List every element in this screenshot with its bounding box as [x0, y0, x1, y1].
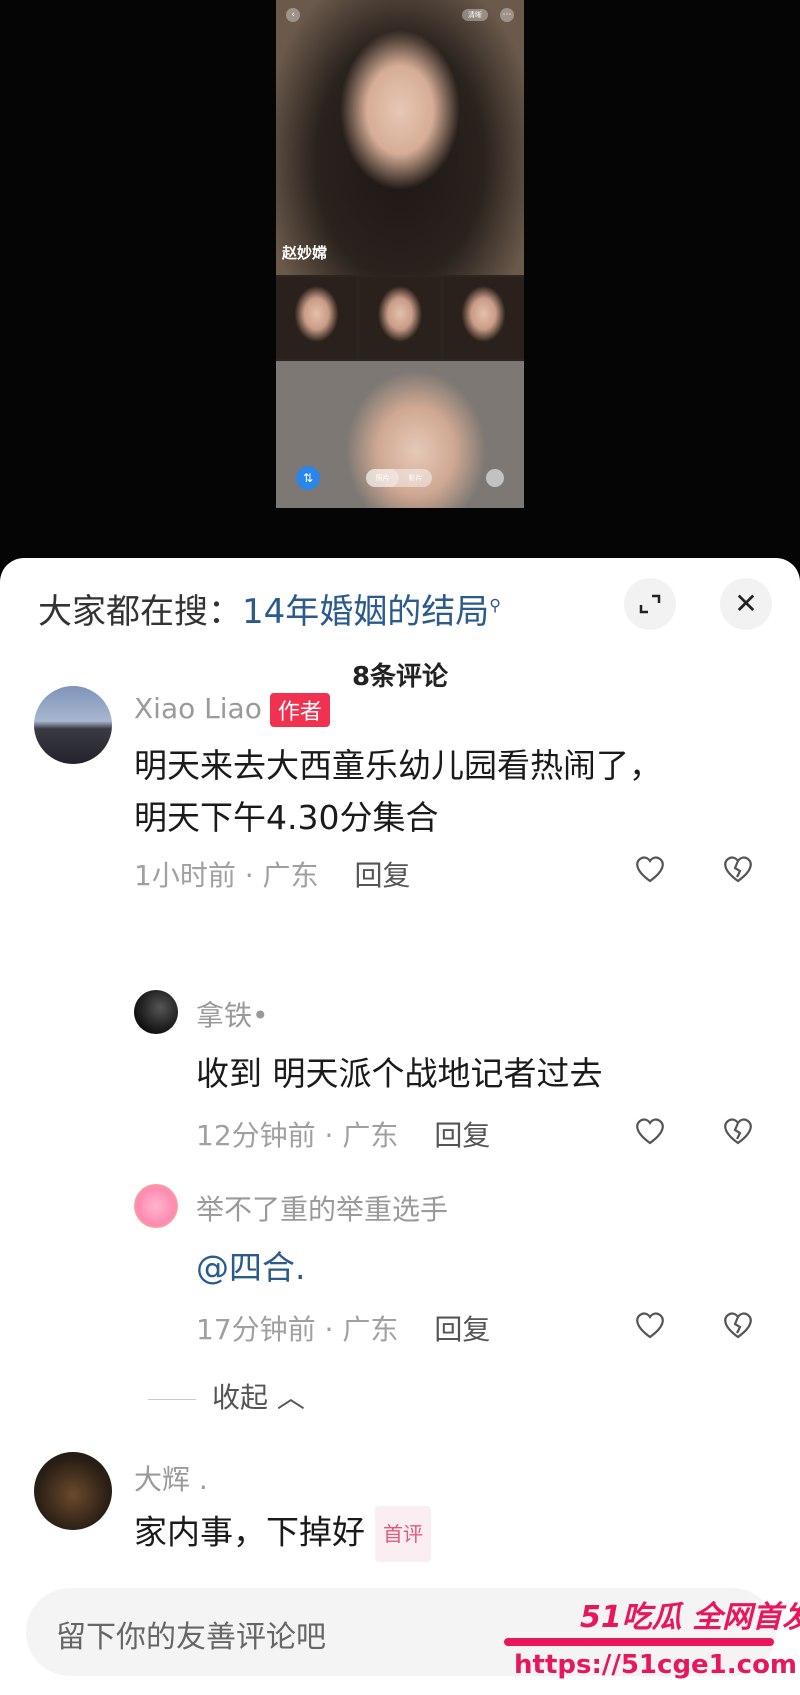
main-photo [276, 0, 524, 275]
quality-pill[interactable]: 清晰 [462, 9, 488, 21]
reply-username[interactable]: 拿铁• [196, 994, 269, 1034]
search-prefix: 大家都在搜： [38, 592, 242, 632]
collapse-label[interactable]: 收起 [212, 1381, 268, 1414]
username-text[interactable]: Xiao Liao [134, 692, 262, 725]
comment-count: 8条评论 [351, 662, 449, 692]
input-placeholder: 留下你的友善评论吧 [56, 1620, 326, 1655]
reply-meta: 17分钟前 · 广东 回复 [196, 1313, 491, 1346]
reply-username[interactable]: 举不了重的举重选手 [196, 1188, 448, 1228]
watermark-bar [504, 1638, 774, 1646]
video-area[interactable]: ‹ 清晰 ⋯ 赵妙嫦 ⇅ 照片 影片 [0, 0, 800, 560]
first-comment-badge: 首评 [375, 1506, 431, 1562]
reply-button[interactable]: 回复 [355, 859, 411, 892]
broken-heart-icon[interactable] [720, 1112, 756, 1148]
reply-meta: 12分钟前 · 广东 回复 [196, 1119, 491, 1152]
comment-text: 家内事，下掉好 首评 [134, 1506, 431, 1562]
comment-line: 明天来去大西童乐幼儿园看热闹了， [134, 746, 662, 785]
avatar[interactable] [34, 686, 112, 764]
segment-photo[interactable]: 照片 [366, 469, 399, 487]
heart-icon[interactable] [632, 1306, 668, 1342]
back-icon[interactable]: ‹ [286, 8, 300, 22]
heart-icon[interactable] [632, 1112, 668, 1148]
comment-text: 明天来去大西童乐幼儿园看热闹了， 明天下午4.30分集合 [134, 740, 662, 844]
photo-name-tag: 赵妙嫦 [282, 244, 328, 262]
watermark-url: https://51cge1.com [514, 1650, 798, 1680]
more-icon[interactable]: ⋯ [500, 8, 514, 22]
thumbnail[interactable] [442, 277, 524, 359]
bottom-photo: ⇅ 照片 影片 [276, 361, 524, 508]
search-icon: ⚲ [489, 595, 501, 615]
reply-text: 收到 明天派个战地记者过去 [196, 1054, 603, 1093]
comment-line: 家内事，下掉好 [134, 1512, 365, 1552]
comment-username[interactable]: Xiao Liao 作者 [134, 692, 330, 727]
thumbnail[interactable] [359, 277, 441, 359]
comment-meta: 1小时前 · 广东 回复 [134, 859, 411, 892]
avatar[interactable] [134, 990, 178, 1034]
collapse-replies[interactable]: 收起 ︿ [148, 1376, 305, 1416]
comment-time: 1小时前 [134, 859, 236, 892]
media-toggle[interactable]: 照片 影片 [366, 469, 432, 487]
segment-video[interactable]: 影片 [399, 469, 432, 487]
comment-location: 广东 [262, 859, 319, 892]
close-icon[interactable]: ✕ [720, 578, 772, 630]
heart-icon[interactable] [632, 850, 668, 886]
comment-line: 明天下午4.30分集合 [134, 798, 439, 837]
avatar[interactable] [34, 1452, 112, 1530]
reply-button[interactable]: 回复 [434, 1313, 490, 1346]
thumbnail[interactable] [276, 277, 358, 359]
avatar[interactable] [134, 1184, 178, 1228]
trending-search[interactable]: 大家都在搜：14年婚姻的结局⚲ [38, 584, 501, 633]
reply-button[interactable]: 回复 [434, 1119, 490, 1152]
watermark-title: 51吃瓜 全网首发 [580, 1600, 800, 1635]
comment-sheet: 大家都在搜：14年婚姻的结局⚲ ✕ 8条评论 Xiao Liao 作者 明天来去大… [0, 558, 800, 1695]
comment-location: 广东 [342, 1119, 399, 1152]
broken-heart-icon[interactable] [720, 850, 756, 886]
divider [148, 1398, 196, 1400]
expand-icon[interactable] [624, 578, 676, 630]
thumbnail-strip [276, 277, 524, 359]
mention-link[interactable]: @四合. [196, 1248, 306, 1287]
swap-icon[interactable]: ⇅ [296, 466, 320, 490]
comment-username[interactable]: 大辉 . [134, 1458, 208, 1498]
watermark: 51吃瓜 全网首发 https://51cge1.com [490, 1592, 800, 1692]
video-frame[interactable]: ‹ 清晰 ⋯ 赵妙嫦 ⇅ 照片 影片 [276, 0, 524, 508]
comment-location: 广东 [342, 1313, 399, 1346]
save-icon[interactable] [486, 469, 504, 487]
comment-time: 17分钟前 [196, 1313, 316, 1346]
search-keyword[interactable]: 14年婚姻的结局 [242, 592, 489, 632]
author-badge: 作者 [269, 693, 330, 727]
comment-time: 12分钟前 [196, 1119, 316, 1152]
chevron-up-icon: ︿ [276, 1381, 305, 1414]
video-top-bar: ‹ 清晰 ⋯ [276, 8, 524, 24]
reply-text: @四合. [196, 1242, 306, 1294]
broken-heart-icon[interactable] [720, 1306, 756, 1342]
